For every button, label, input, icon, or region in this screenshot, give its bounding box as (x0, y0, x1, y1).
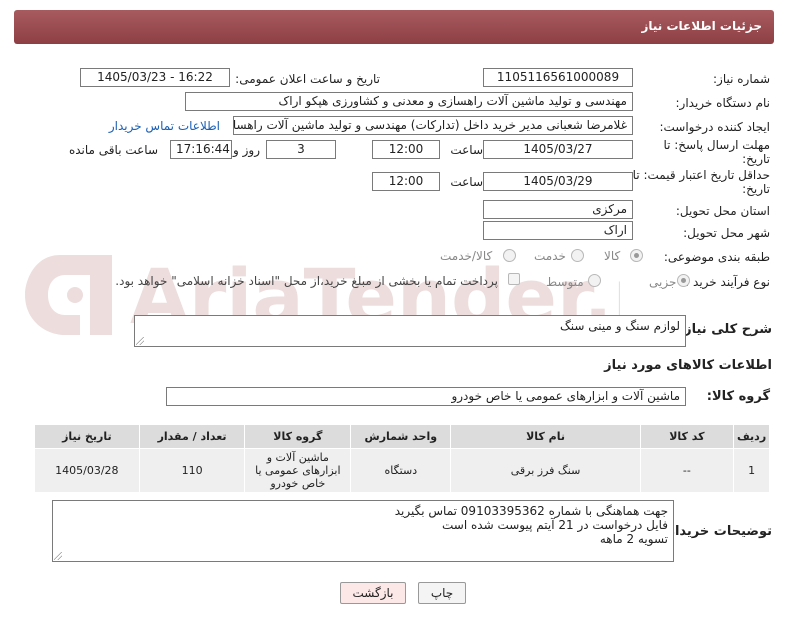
remaining-days-field: 3 (266, 140, 336, 159)
province-field: مرکزی (483, 200, 633, 219)
province-label: استان محل تحویل: (675, 204, 770, 218)
process-radio-minor[interactable] (677, 274, 690, 287)
city-field: اراک (483, 221, 633, 240)
deadline-time-field: 12:00 (372, 140, 440, 159)
col-row-index: ردیف (733, 424, 770, 449)
resize-grip-icon[interactable] (136, 337, 144, 345)
goods-section-title: اطلاعات کالاهای مورد نیاز (604, 358, 772, 373)
cell-row-index: 1 (733, 448, 770, 493)
cell-item-code: -- (639, 448, 735, 493)
description-textarea[interactable]: لوازم سنگ و مینی سنگ (134, 315, 686, 347)
category-radio-goods[interactable] (630, 249, 643, 262)
table-row: 1 -- سنگ فرز برقی دستگاه ماشین آلات و اب… (34, 448, 770, 493)
requester-label: ایجاد کننده درخواست: (659, 120, 770, 134)
process-type-label: نوع فرآیند خرید : (685, 275, 770, 289)
deadline-label: مهلت ارسال پاسخ: تا تاریخ: (663, 138, 770, 166)
buyer-notes-textarea[interactable]: جهت هماهنگی با شماره 09103395362 تماس بگ… (52, 500, 674, 562)
need-number-label: شماره نیاز: (713, 72, 770, 86)
print-button[interactable]: چاپ (418, 582, 466, 604)
category-option-goods: کالا (604, 249, 621, 263)
back-button[interactable]: بازگشت (340, 582, 406, 604)
col-unit: واحد شمارش (350, 424, 452, 449)
goods-group-field: ماشین آلات و ابزارهای عمومی یا خاص خودرو (166, 387, 686, 406)
city-label: شهر محل تحویل: (683, 226, 770, 240)
remaining-label: ساعت باقی مانده (68, 143, 158, 157)
price-validity-time-label: ساعت (450, 175, 483, 189)
cell-quantity: 110 (138, 448, 246, 493)
description-label: شرح کلی نیاز: (678, 322, 772, 337)
process-option-medium: متوسط (546, 275, 584, 289)
announce-date-field: 1405/03/23 - 16:22 (80, 68, 230, 87)
col-item-group: گروه کالا (244, 424, 352, 449)
price-validity-date-field: 1405/03/29 (483, 172, 633, 191)
col-quantity: تعداد / مقدار (138, 424, 246, 449)
price-validity-time-field: 12:00 (372, 172, 440, 191)
price-validity-label: حداقل تاریخ اعتبار قیمت: تا تاریخ: (632, 168, 770, 196)
col-need-date: تاریخ نیاز (34, 424, 140, 449)
category-radio-goods-service[interactable] (503, 249, 516, 262)
process-option-minor: جزیی (649, 275, 677, 289)
treasury-payment-note: پرداخت تمام یا بخشی از مبلغ خرید،از محل … (115, 274, 498, 288)
buyer-notes-line-2: فایل درخواست در 21 آیتم پیوست شده است (442, 518, 668, 532)
category-option-goods-service: کالا/خدمت (440, 249, 493, 263)
buyer-notes-label: توضیحات خریدار: (662, 524, 772, 539)
buyer-contact-link[interactable]: اطلاعات تماس خریدار (109, 119, 220, 133)
announce-date-label: تاریخ و ساعت اعلان عمومی: (235, 72, 380, 86)
col-item-name: نام کالا (450, 424, 641, 449)
col-item-code: کد کالا (639, 424, 735, 449)
need-number-field: 1105116561000089 (483, 68, 633, 87)
cell-unit: دستگاه (350, 448, 452, 493)
days-label: روز و (233, 143, 260, 157)
deadline-time-label: ساعت (450, 143, 483, 157)
description-text: لوازم سنگ و مینی سنگ (560, 319, 680, 333)
deadline-date-field: 1405/03/27 (483, 140, 633, 159)
process-radio-medium[interactable] (588, 274, 601, 287)
category-option-service: خدمت (534, 249, 566, 263)
goods-table: ردیف کد کالا نام کالا واحد شمارش گروه کا… (34, 424, 770, 493)
page-header: جزئیات اطلاعات نیاز (14, 10, 774, 44)
cell-item-group: ماشین آلات و ابزارهای عمومی یا خاص خودرو (244, 448, 352, 493)
page-title: جزئیات اطلاعات نیاز (641, 19, 762, 33)
cell-need-date: 1405/03/28 (34, 448, 140, 493)
category-radio-service[interactable] (571, 249, 584, 262)
buyer-notes-line-1: جهت هماهنگی با شماره 09103395362 تماس بگ… (394, 504, 668, 518)
category-label: طبقه بندی موضوعی: (663, 250, 770, 264)
remaining-time-field: 17:16:44 (170, 140, 232, 159)
buyer-notes-line-3: تسویه 2 ماهه (599, 532, 668, 546)
resize-grip-icon[interactable] (54, 552, 62, 560)
goods-table-header: ردیف کد کالا نام کالا واحد شمارش گروه کا… (34, 424, 770, 449)
cell-item-name: سنگ فرز برقی (450, 448, 641, 493)
buyer-org-field: مهندسی و تولید ماشین آلات راهسازی و معدن… (185, 92, 633, 111)
buyer-org-label: نام دستگاه خریدار: (675, 96, 771, 110)
goods-group-label: گروه کالا: (706, 389, 770, 404)
treasury-payment-checkbox[interactable] (508, 273, 520, 285)
requester-field: غلامرضا شعبانی مدیر خرید داخل (تدارکات) … (233, 116, 633, 135)
